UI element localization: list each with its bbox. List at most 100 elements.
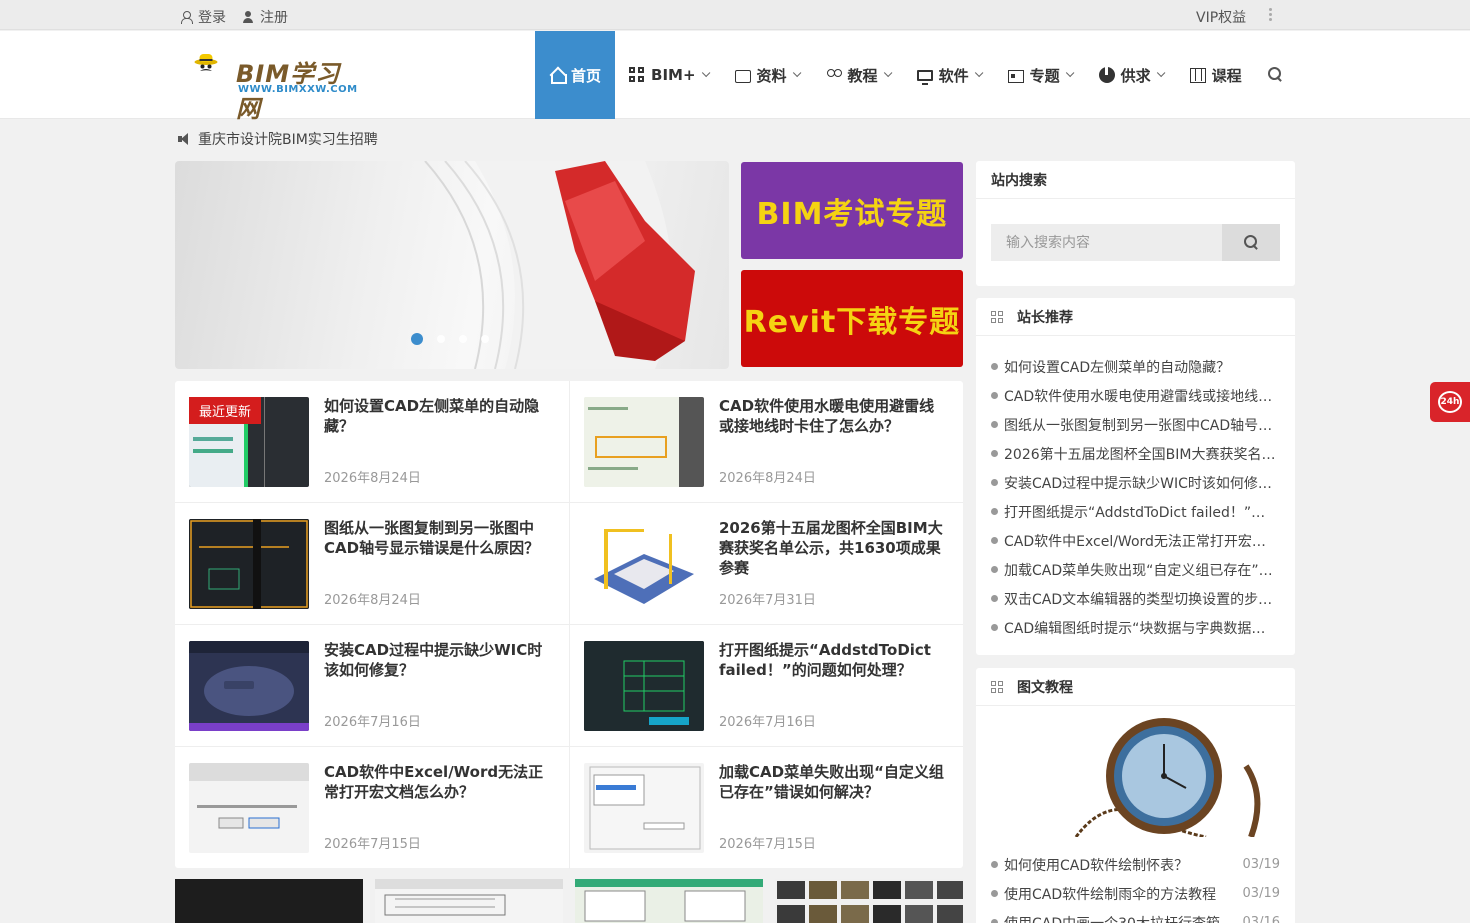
search-icon[interactable] [1268,67,1282,81]
hat-mascot-icon [194,54,218,71]
login-link[interactable]: 登录 [180,7,226,27]
post-thumbnail[interactable] [584,763,704,853]
vip-link[interactable]: VIP权益 [1196,7,1246,27]
promo-revit-download[interactable]: Revit下载专题 [741,270,963,367]
post-card[interactable]: CAD软件使用水暖电使用避雷线或接地线时卡住了怎么办？ 2026年8月24日 [569,381,963,503]
nav-item-materials[interactable]: 资料 [721,31,812,119]
video-thumb[interactable] [775,879,963,923]
post-thumbnail[interactable] [189,519,309,609]
slider-dot[interactable] [481,335,489,343]
user-icon [180,11,193,24]
nav-item-home[interactable]: 首页 [535,31,616,119]
list-item[interactable]: 如何设置CAD左侧菜单的自动隐藏？ [991,352,1280,381]
slider-dots [411,333,489,345]
list-item[interactable]: CAD软件中Excel/Word无法正常打开宏文档怎么办？ [991,526,1280,555]
post-date: 2026年8月24日 [324,593,421,608]
post-title[interactable]: 加载CAD菜单失败出现“自定义组已存在”错误如何解决？ [719,762,949,802]
list-item[interactable]: 双击CAD文本编辑器的类型切换设置的步骤是什么？ [991,584,1280,613]
post-title[interactable]: CAD软件使用水暖电使用避雷线或接地线时卡住了怎么办？ [719,396,949,436]
pocket-watch-image [1074,718,1261,837]
promo-revit-download-label: Revit下载专题 [743,304,961,340]
list-item-title: 2026第十五届龙图杯全国BIM大赛获奖名单公示，共1630项成果参赛 [1004,446,1278,463]
slider-dot[interactable] [411,333,423,345]
post-thumbnail[interactable] [189,641,309,731]
post-thumbnail[interactable] [584,397,704,487]
nav-label: 软件 [938,66,969,85]
post-grid: 最近更新 如何设置CAD左侧菜单的自动隐藏？ 2026年8月24日 CAD软件使… [175,381,963,869]
post-thumbnail[interactable] [189,763,309,853]
post-card[interactable]: 安装CAD过程中提示缺少WIC时该如何修复？ 2026年7月16日 [175,625,569,747]
post-card[interactable]: 加载CAD菜单失败出现“自定义组已存在”错误如何解决？ 2026年7月15日 [569,747,963,869]
post-title[interactable]: 安装CAD过程中提示缺少WIC时该如何修复？ [324,640,554,680]
nav-item-bim-plus[interactable]: BIM+ [615,31,721,119]
post-thumbnail[interactable] [584,519,704,609]
bullet-icon [991,363,998,370]
post-card[interactable]: 最近更新 如何设置CAD左侧菜单的自动隐藏？ 2026年8月24日 [175,381,569,503]
bullet-icon [991,624,998,631]
post-title[interactable]: 如何设置CAD左侧菜单的自动隐藏？ [324,396,554,436]
post-card[interactable]: 2026第十五届龙图杯全国BIM大赛获奖名单公示，共1630项成果参赛 2026… [569,503,963,625]
main-nav: 首页 BIM+ 资料 教程 软件 专题 供求 课程 [535,31,1256,119]
notice-text: 重庆市设计院BIM实习生招聘 [198,132,378,148]
speaker-icon [178,133,191,145]
list-item-title: 加载CAD菜单失败出现“自定义组已存在”错误如何解决？ [1004,562,1278,579]
nav-label: 首页 [571,66,602,85]
site-logo[interactable]: BIM学习网 WWW.BIMXXW.COM [180,52,357,123]
post-date: 2026年7月16日 [719,715,816,730]
post-title[interactable]: CAD软件中Excel/Word无法正常打开宏文档怎么办？ [324,762,554,802]
hero-slider[interactable] [175,161,729,369]
list-item[interactable]: 打开图纸提示“AddstdToDict failed！”的问题如何处理？ [991,497,1280,526]
slider-dot[interactable] [459,335,467,343]
post-thumbnail[interactable] [584,641,704,731]
post-title[interactable]: 打开图纸提示“AddstdToDict failed！”的问题如何处理？ [719,640,949,680]
list-item[interactable]: 2026第十五届龙图杯全国BIM大赛获奖名单公示，共1630项成果参赛 [991,439,1280,468]
list-item[interactable]: 如何使用CAD软件绘制怀表？ 03/19 [991,850,1280,879]
search-icon [1244,235,1258,249]
post-title[interactable]: 2026第十五届龙图杯全国BIM大赛获奖名单公示，共1630项成果参赛 [719,518,949,578]
list-item[interactable]: 使用CAD软件绘制雨伞的方法教程 03/19 [991,879,1280,908]
nav-item-tutorials[interactable]: 教程 [812,31,903,119]
nav-item-courses[interactable]: 课程 [1176,31,1256,119]
post-title[interactable]: 图纸从一张图复制到另一张图中CAD轴号显示错误是什么原因？ [324,518,554,558]
list-item[interactable]: CAD编辑图纸时提示“块数据与字典数据不一致”怎么办？ [991,613,1280,642]
tutorial-feature-image[interactable] [976,706,1295,837]
video-thumb[interactable] [375,879,563,923]
notice-bar[interactable]: 重庆市设计院BIM实习生招聘 [178,129,378,149]
nav-item-software[interactable]: 软件 [903,31,994,119]
list-item[interactable]: 安装CAD过程中提示缺少WIC时该如何修复？ [991,468,1280,497]
video-thumb[interactable] [175,879,363,923]
post-date: 2026年7月15日 [324,837,421,852]
list-item[interactable]: 加载CAD菜单失败出现“自定义组已存在”错误如何解决？ [991,555,1280,584]
bullet-icon [991,421,998,428]
list-item-title: 安装CAD过程中提示缺少WIC时该如何修复？ [1004,475,1278,492]
post-card[interactable]: CAD软件中Excel/Word无法正常打开宏文档怎么办？ 2026年7月15日 [175,747,569,869]
list-item[interactable]: 使用CAD中画一个30大拉杆行李箱 03/16 [991,908,1280,923]
search-input[interactable] [991,224,1222,261]
chevron-down-icon [974,68,983,78]
post-card[interactable]: 打开图纸提示“AddstdToDict failed！”的问题如何处理？ 202… [569,625,963,747]
more-menu-icon[interactable] [1269,8,1273,22]
widget-title: 站内搜索 [976,161,1295,199]
register-link[interactable]: 注册 [242,7,288,27]
header: BIM学习网 WWW.BIMXXW.COM 首页 BIM+ 资料 教程 软件 专… [0,31,1470,123]
list-item[interactable]: CAD软件使用水暖电使用避雷线或接地线时卡住了怎么办？ [991,381,1280,410]
list-item[interactable]: 图纸从一张图复制到另一张图中CAD轴号显示错误是什么原因？ [991,410,1280,439]
post-date: 2026年8月24日 [324,471,421,486]
bullet-icon [991,479,998,486]
bullet-icon [991,450,998,457]
nav-item-topics[interactable]: 专题 [994,31,1085,119]
slider-dot[interactable] [437,335,445,343]
video-thumb[interactable] [575,879,763,923]
search-button[interactable] [1222,224,1280,261]
nav-item-supply[interactable]: 供求 [1085,31,1176,119]
widget-header: 图文教程 [976,668,1295,706]
list-item-title: 使用CAD软件绘制雨伞的方法教程 [1004,886,1217,903]
bullet-icon [991,508,998,515]
post-card[interactable]: 图纸从一张图复制到另一张图中CAD轴号显示错误是什么原因？ 2026年8月24日 [175,503,569,625]
chevron-down-icon [1065,68,1074,78]
nav-more-icon[interactable] [1219,69,1223,83]
promo-bim-exam[interactable]: BIM考试专题 [741,162,963,259]
home-icon [549,67,567,84]
list-item-title: CAD编辑图纸时提示“块数据与字典数据不一致”怎么办？ [1004,620,1278,637]
support-24h-button[interactable]: 24h [1430,382,1470,422]
